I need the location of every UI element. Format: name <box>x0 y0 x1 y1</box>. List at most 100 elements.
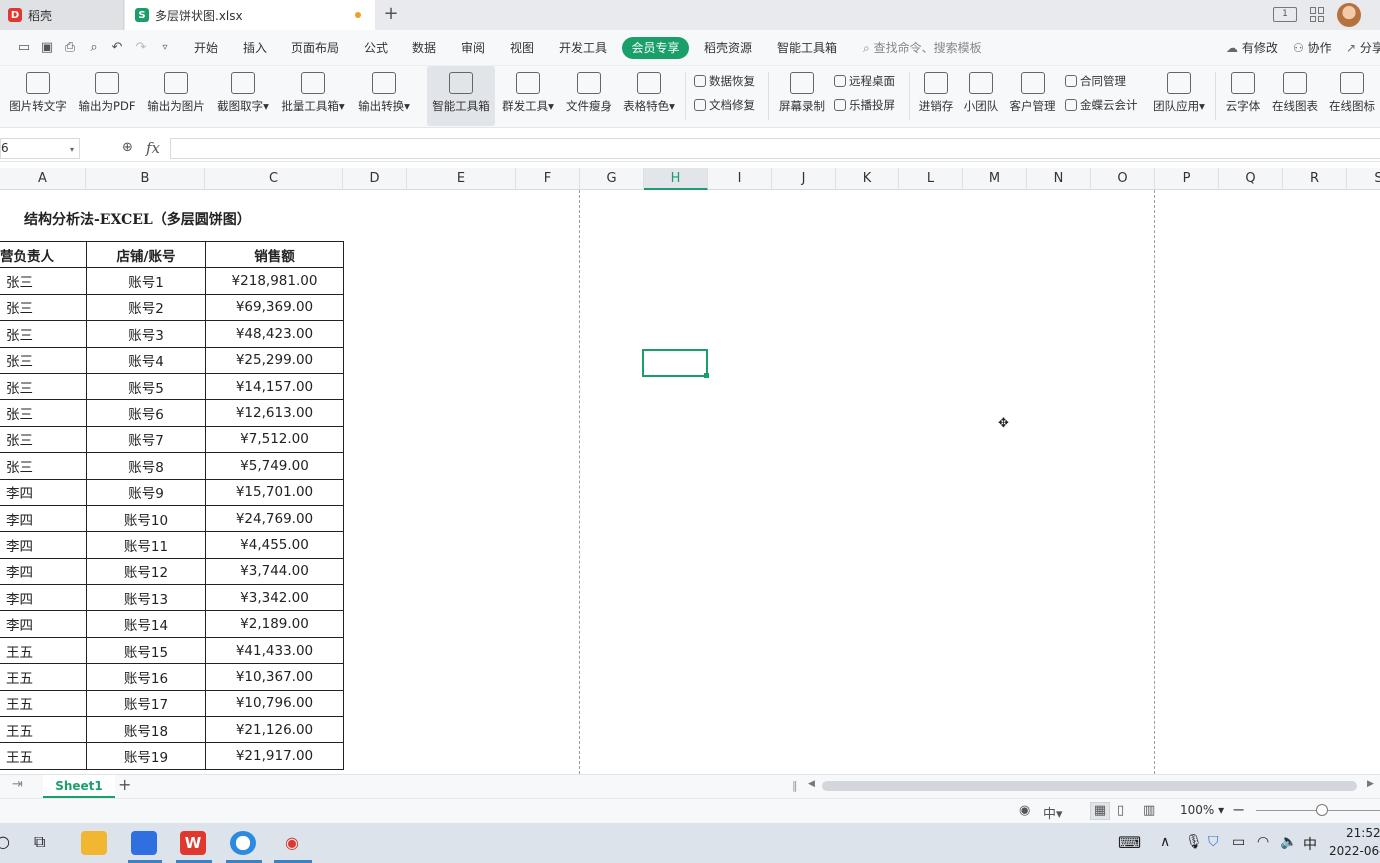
clock-date[interactable]: 2022-06- <box>1329 844 1380 858</box>
apps-grid-icon[interactable] <box>1310 7 1325 22</box>
menu-insert[interactable]: 插入 <box>243 39 267 57</box>
tab-file[interactable]: S 多层饼状图.xlsx <box>125 0 375 30</box>
scroll-left-icon[interactable]: ◀ <box>808 779 815 789</box>
screenshot-ocr-button[interactable]: 截图取字▾ <box>212 66 274 126</box>
task-view-icon[interactable]: ⧉ <box>34 832 45 852</box>
fx-icon[interactable]: fx <box>146 139 160 157</box>
cell-account[interactable]: 账号16 <box>86 663 206 691</box>
cell-sales[interactable]: ¥41,433.00 <box>205 636 344 665</box>
column-header-d[interactable]: D <box>343 168 407 190</box>
volume-icon[interactable]: 🔈 <box>1280 834 1297 850</box>
online-chart-button[interactable]: 在线图表 <box>1268 66 1322 126</box>
cell-account[interactable]: 账号11 <box>86 531 206 559</box>
menu-data[interactable]: 数据 <box>412 39 436 57</box>
header-account[interactable]: 店铺/账号 <box>86 240 206 269</box>
cell-owner[interactable]: 张三 <box>0 372 87 401</box>
cell-sales[interactable]: ¥69,369.00 <box>205 293 344 322</box>
new-tab-button[interactable]: + <box>380 3 402 27</box>
team-apps-button[interactable]: 团队应用▾ <box>1148 66 1210 126</box>
sheet-tab-sheet1[interactable]: Sheet1 <box>43 775 115 798</box>
cell-sales[interactable]: ¥15,701.00 <box>205 478 344 506</box>
data-recovery-button[interactable]: 数据恢复 <box>694 72 755 90</box>
clock-time[interactable]: 21:52 <box>1346 826 1380 840</box>
column-header-h[interactable]: H <box>644 168 708 190</box>
cell-sales[interactable]: ¥4,455.00 <box>205 531 344 559</box>
cell-account[interactable]: 账号18 <box>86 716 206 744</box>
cell-owner[interactable]: 李四 <box>0 478 87 506</box>
online-icon-button[interactable]: 在线图标 <box>1325 66 1379 126</box>
command-search[interactable]: ⌕ 查找命令、搜索模板 <box>863 39 982 57</box>
sheet-title[interactable]: 结构分析法-EXCEL（多层圆饼图） <box>24 209 251 229</box>
mass-send-button[interactable]: 群发工具▾ <box>498 66 558 126</box>
microphone-icon[interactable]: 🎙 <box>1185 834 1203 850</box>
wifi-icon[interactable]: ◠ <box>1257 834 1269 850</box>
column-header-o[interactable]: O <box>1091 168 1155 190</box>
batch-toolbox-button[interactable]: 批量工具箱▾ <box>277 66 349 126</box>
cell-sales[interactable]: ¥48,423.00 <box>205 320 344 348</box>
add-sheet-button[interactable]: + <box>118 775 131 794</box>
zoom-formula-icon[interactable]: ⊕ <box>122 140 133 155</box>
cell-owner[interactable]: 张三 <box>0 267 87 295</box>
cell-account[interactable]: 账号1 <box>86 267 206 295</box>
cell-account[interactable]: 账号2 <box>86 293 206 322</box>
app-blue-icon[interactable] <box>131 831 157 855</box>
menu-daoke-resources[interactable]: 稻壳资源 <box>704 39 752 57</box>
cell-account[interactable]: 账号14 <box>86 610 206 638</box>
cloud-font-button[interactable]: 云字体 <box>1221 66 1265 126</box>
cell-owner[interactable]: 张三 <box>0 293 87 322</box>
formula-input[interactable] <box>170 138 1380 159</box>
menu-view[interactable]: 视图 <box>510 39 534 57</box>
cell-account[interactable]: 账号4 <box>86 346 206 374</box>
cell-sales[interactable]: ¥218,981.00 <box>205 267 344 295</box>
cell-owner[interactable]: 李四 <box>0 504 87 533</box>
scroll-right-icon[interactable]: ▶ <box>1367 779 1374 789</box>
cell-sales[interactable]: ¥25,299.00 <box>205 346 344 374</box>
avatar[interactable] <box>1337 3 1361 27</box>
image-to-text-button[interactable]: 图片转文字 <box>5 66 71 126</box>
cell-account[interactable]: 账号5 <box>86 372 206 401</box>
cell-sales[interactable]: ¥2,189.00 <box>205 610 344 638</box>
ime-indicator[interactable]: 中 <box>1303 834 1317 854</box>
cell-sales[interactable]: ¥3,342.00 <box>205 584 344 612</box>
cell-account[interactable]: 账号9 <box>86 478 206 506</box>
fill-handle[interactable] <box>704 373 709 378</box>
inventory-button[interactable]: 进销存 <box>915 66 957 126</box>
file-explorer-icon[interactable] <box>81 831 107 855</box>
undo-icon[interactable]: ↶ <box>109 40 125 56</box>
search-icon[interactable]: ○ <box>0 832 10 851</box>
cell-owner[interactable]: 王五 <box>0 742 87 770</box>
redo-icon[interactable]: ↷ <box>133 40 149 56</box>
share-button[interactable]: ↗ 分享 <box>1346 39 1380 57</box>
cell-sales[interactable]: ¥3,744.00 <box>205 557 344 586</box>
column-header-k[interactable]: K <box>836 168 899 190</box>
header-owner[interactable]: 营负责人 <box>0 240 87 269</box>
output-convert-button[interactable]: 输出转换▾ <box>353 66 415 126</box>
zoom-level[interactable]: 100% ▾ <box>1180 803 1224 817</box>
cell-account[interactable]: 账号13 <box>86 584 206 612</box>
column-header-p[interactable]: P <box>1155 168 1219 190</box>
input-mode-icon[interactable]: 中▾ <box>1043 803 1063 822</box>
eye-protect-icon[interactable]: ◉ <box>1019 803 1030 818</box>
cell-owner[interactable]: 张三 <box>0 452 87 480</box>
remote-desktop-button[interactable]: 远程桌面 <box>834 72 895 90</box>
cast-screen-button[interactable]: 乐播投屏 <box>834 96 895 114</box>
sheet-grid[interactable]: 结构分析法-EXCEL（多层圆饼图） 营负责人 店铺/账号 销售额 张三 账号1 ¥… <box>0 190 1380 774</box>
column-header-i[interactable]: I <box>708 168 772 190</box>
cell-sales[interactable]: ¥21,917.00 <box>205 742 344 770</box>
cell-owner[interactable]: 张三 <box>0 346 87 374</box>
customize-chevron-icon[interactable]: ▿ <box>157 40 173 56</box>
menu-page-layout[interactable]: 页面布局 <box>291 39 339 57</box>
cell-account[interactable]: 账号15 <box>86 636 206 665</box>
cell-sales[interactable]: ¥14,157.00 <box>205 372 344 401</box>
menu-smart-toolbox[interactable]: 智能工具箱 <box>777 39 837 57</box>
cell-sales[interactable]: ¥10,367.00 <box>205 663 344 691</box>
menu-developer[interactable]: 开发工具 <box>559 39 607 57</box>
security-shield-icon[interactable]: ⛉ <box>1208 834 1219 850</box>
cell-account[interactable]: 账号6 <box>86 399 206 427</box>
column-header-c[interactable]: C <box>205 168 343 190</box>
contract-mgmt-button[interactable]: 合同管理 <box>1065 72 1126 90</box>
tab-daoke[interactable]: D 稻壳 <box>0 0 124 30</box>
small-team-button[interactable]: 小团队 <box>960 66 1002 126</box>
cell-sales[interactable]: ¥24,769.00 <box>205 504 344 533</box>
cell-owner[interactable]: 王五 <box>0 636 87 665</box>
